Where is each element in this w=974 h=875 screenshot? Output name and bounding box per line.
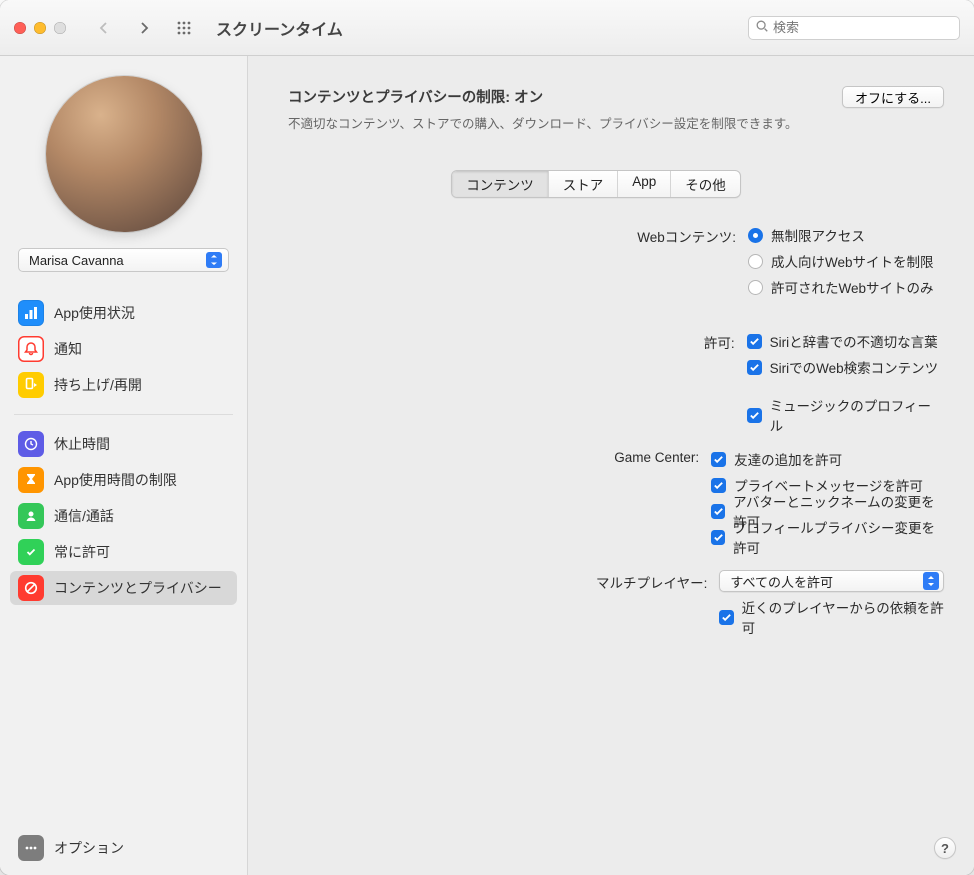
sidebar-item-label: 休止時間	[54, 434, 110, 454]
sidebar-item-content-privacy[interactable]: コンテンツとプライバシー	[10, 571, 237, 605]
sidebar-item-label: コンテンツとプライバシー	[54, 578, 222, 598]
user-name: Marisa Cavanna	[29, 253, 124, 268]
tab-other[interactable]: その他	[671, 171, 740, 197]
check-nearby-multiplayer[interactable]: 近くのプレイヤーからの依頼を許可	[719, 606, 944, 628]
check-music-profile[interactable]: ミュージックのプロフィール	[747, 404, 944, 426]
search-field[interactable]	[748, 16, 960, 40]
web-content-label: Webコンテンツ:	[248, 224, 748, 246]
sidebar-nav: App使用状況 通知 持ち上げ/再開 休止時間 App使用時間の制	[10, 296, 237, 605]
check-siri-explicit[interactable]: Siriと辞書での不適切な言葉	[747, 330, 944, 352]
allow-label: 許可:	[248, 330, 747, 352]
sidebar-item-app-usage[interactable]: App使用状況	[10, 296, 237, 330]
check-gc-profile-privacy[interactable]: プロフィールプライバシー変更を許可	[711, 526, 944, 548]
sidebar-item-always-allowed[interactable]: 常に許可	[10, 535, 237, 569]
zoom-window-button[interactable]	[54, 22, 66, 34]
sidebar-item-label: 持ち上げ/再開	[54, 375, 142, 395]
tab-store[interactable]: ストア	[549, 171, 619, 197]
sidebar-item-notifications[interactable]: 通知	[10, 332, 237, 366]
show-all-button[interactable]	[168, 15, 200, 41]
tab-app[interactable]: App	[618, 171, 671, 197]
sidebar-item-options[interactable]: オプション	[10, 831, 237, 865]
sidebar-item-label: App使用時間の制限	[54, 470, 177, 490]
sidebar-item-label: オプション	[54, 838, 124, 858]
sidebar: Marisa Cavanna App使用状況 通知 持ち上げ/再開	[0, 56, 248, 875]
bell-icon	[18, 336, 44, 362]
sidebar-item-pickups[interactable]: 持ち上げ/再開	[10, 368, 237, 402]
sidebar-item-label: 常に許可	[54, 542, 110, 562]
sidebar-divider	[14, 414, 233, 415]
sidebar-item-communication[interactable]: 通信/通話	[10, 499, 237, 533]
pickup-icon	[18, 372, 44, 398]
back-button[interactable]	[88, 15, 120, 41]
minimize-window-button[interactable]	[34, 22, 46, 34]
hourglass-icon	[18, 467, 44, 493]
content-title: コンテンツとプライバシーの制限: オン	[288, 86, 842, 107]
radio-web-unlimited[interactable]: 無制限アクセス	[748, 224, 934, 246]
multiplayer-label: マルチプレイヤー:	[248, 570, 719, 592]
user-avatar	[46, 76, 202, 232]
search-input[interactable]	[773, 20, 953, 35]
radio-web-limit-adult[interactable]: 成人向けWebサイトを制限	[748, 250, 934, 272]
contact-icon	[18, 503, 44, 529]
sidebar-item-downtime[interactable]: 休止時間	[10, 427, 237, 461]
radio-web-allowed-only[interactable]: 許可されたWebサイトのみ	[748, 276, 934, 298]
window-toolbar: スクリーンタイム	[0, 0, 974, 56]
window-controls	[14, 22, 66, 34]
content-subtitle: 不適切なコンテンツ、ストアでの購入、ダウンロード、プライバシー設定を制限できます…	[288, 113, 842, 132]
forward-button[interactable]	[128, 15, 160, 41]
no-entry-icon	[18, 575, 44, 601]
help-button[interactable]: ?	[934, 837, 956, 859]
check-gc-add-friends[interactable]: 友達の追加を許可	[711, 448, 944, 470]
sidebar-item-app-limits[interactable]: App使用時間の制限	[10, 463, 237, 497]
check-shield-icon	[18, 539, 44, 565]
clock-icon	[18, 431, 44, 457]
close-window-button[interactable]	[14, 22, 26, 34]
tabs-segmented-control: コンテンツ ストア App その他	[451, 170, 741, 198]
turn-off-button[interactable]: オフにする...	[842, 86, 944, 108]
sidebar-item-label: App使用状況	[54, 303, 135, 323]
multiplayer-select[interactable]: すべての人を許可	[719, 570, 944, 592]
user-select[interactable]: Marisa Cavanna	[18, 248, 229, 272]
game-center-label: Game Center:	[248, 448, 711, 465]
settings-form: Webコンテンツ: 無制限アクセス 成人向けWebサイトを制限 許可されたWeb…	[248, 224, 944, 628]
dropdown-icon	[206, 252, 222, 268]
chart-icon	[18, 300, 44, 326]
tab-content[interactable]: コンテンツ	[452, 171, 549, 197]
window-title: スクリーンタイム	[216, 16, 343, 40]
content-pane: コンテンツとプライバシーの制限: オン 不適切なコンテンツ、ストアでの購入、ダウ…	[248, 56, 974, 875]
ellipsis-icon	[18, 835, 44, 861]
sidebar-item-label: 通信/通話	[54, 506, 114, 526]
dropdown-icon	[923, 572, 939, 590]
check-siri-web-search[interactable]: SiriでのWeb検索コンテンツ	[747, 356, 944, 378]
sidebar-item-label: 通知	[54, 339, 82, 359]
search-icon	[755, 19, 769, 36]
